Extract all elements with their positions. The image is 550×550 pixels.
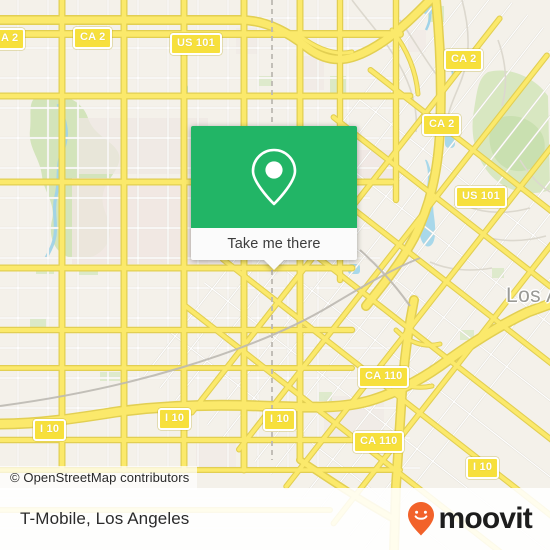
highway-shield: I 10: [466, 457, 500, 479]
map-screen: A 2 CA 2 US 101 CA 2 CA 2 US 101 CA 110 …: [0, 0, 550, 550]
highway-shield: US 101: [455, 186, 507, 208]
highway-shield: I 10: [33, 419, 67, 441]
map-pin-icon: [251, 148, 297, 206]
bottom-bar: T-Mobile, Los Angeles moovit: [0, 488, 550, 550]
highway-shield: I 10: [158, 408, 192, 430]
highway-shield: A 2: [0, 28, 26, 50]
map-attribution[interactable]: © OpenStreetMap contributors: [0, 466, 198, 490]
callout-action-bar[interactable]: Take me there: [191, 228, 357, 260]
highway-shield: I 10: [263, 409, 297, 431]
moovit-brand[interactable]: moovit: [406, 501, 533, 537]
highway-shield: US 101: [170, 33, 222, 55]
highway-shield: CA 110: [358, 366, 410, 388]
callout-tail: [263, 259, 285, 270]
place-title: T-Mobile, Los Angeles: [20, 509, 190, 528]
highway-shield: CA 2: [422, 114, 462, 136]
highway-shield: CA 2: [73, 27, 113, 49]
highway-shield: CA 110: [353, 431, 405, 453]
moovit-pin-smile-icon: [408, 502, 435, 536]
take-me-there-label: Take me there: [227, 236, 321, 252]
moovit-wordmark: moovit: [438, 502, 532, 535]
attribution-text: © OpenStreetMap contributors: [10, 470, 190, 485]
callout-icon-area: [191, 126, 357, 228]
city-label: Los A: [506, 284, 550, 307]
take-me-there-callout[interactable]: Take me there: [191, 126, 357, 270]
highway-shield: CA 2: [444, 49, 484, 71]
